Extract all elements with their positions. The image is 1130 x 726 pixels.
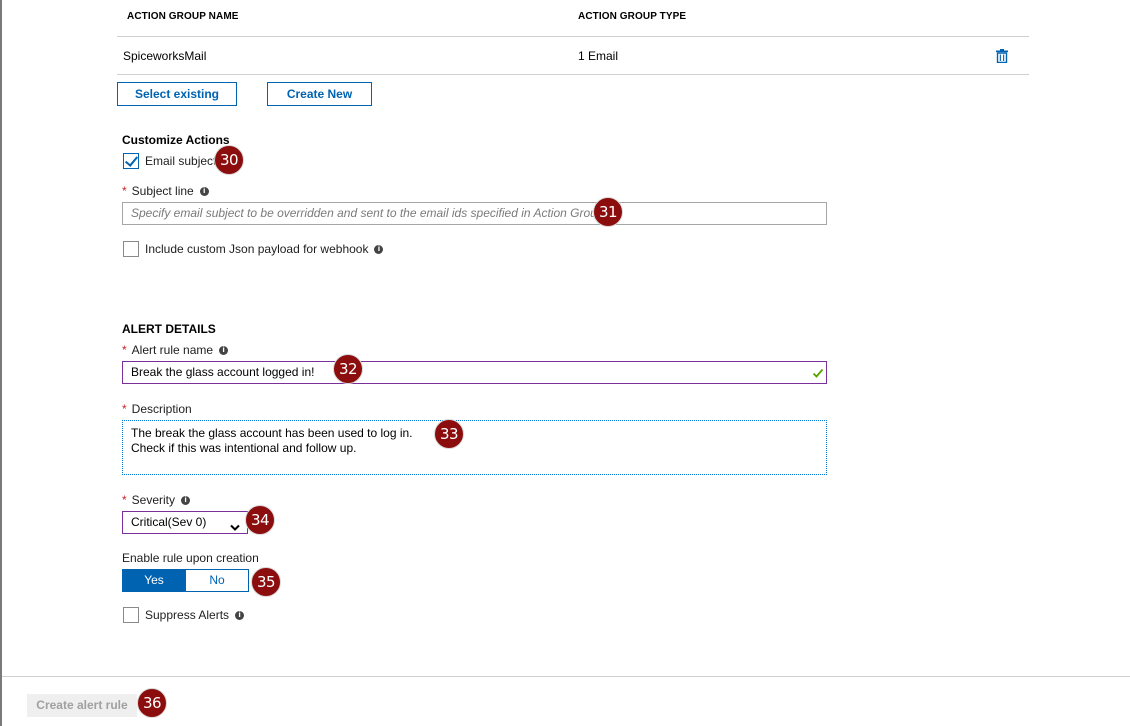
enable-rule-label: Enable rule upon creation [122, 551, 259, 565]
email-subject-label: Email subject [145, 154, 217, 168]
create-new-button[interactable]: Create New [267, 82, 372, 106]
action-group-type-cell: 1 Email [578, 49, 619, 63]
column-header-action-group-name: ACTION GROUP NAME [127, 11, 239, 22]
alert-rule-name-label: * Alert rule name i [122, 343, 229, 357]
table-row-divider [117, 74, 1029, 75]
subject-line-placeholder: Specify email subject to be overridden a… [131, 206, 604, 220]
info-icon[interactable]: i [181, 496, 191, 506]
description-textarea[interactable]: The break the glass account has been use… [122, 420, 827, 475]
valid-check-icon [812, 366, 824, 378]
info-icon[interactable]: i [235, 611, 245, 621]
json-payload-checkbox[interactable] [123, 241, 139, 257]
footer-divider [2, 676, 1130, 677]
alert-rule-name-input[interactable]: Break the glass account logged in! [122, 361, 827, 384]
chevron-down-icon [230, 518, 240, 531]
severity-value: Critical(Sev 0) [131, 515, 207, 529]
description-line-1: The break the glass account has been use… [131, 426, 413, 440]
required-asterisk: * [122, 402, 127, 416]
window-left-border [0, 0, 2, 726]
info-icon[interactable]: i [199, 187, 209, 197]
select-existing-button[interactable]: Select existing [117, 82, 237, 106]
callout-badge-33: 33 [434, 419, 464, 449]
callout-badge-36: 36 [137, 688, 167, 718]
severity-label: * Severity i [122, 493, 191, 507]
email-subject-checkbox[interactable] [123, 153, 139, 169]
callout-badge-32: 32 [333, 354, 363, 384]
callout-badge-30: 30 [214, 145, 244, 175]
checkmark-icon [124, 153, 139, 167]
enable-no-toggle[interactable]: No [185, 569, 249, 592]
subject-line-input[interactable]: Specify email subject to be overridden a… [122, 202, 827, 225]
required-asterisk: * [122, 184, 127, 198]
table-row: SpiceworksMail 1 Email [117, 37, 1029, 74]
callout-badge-31: 31 [593, 197, 623, 227]
info-icon[interactable]: i [219, 346, 229, 356]
suppress-alerts-label: Suppress Alerts i [145, 608, 245, 622]
alert-details-title: ALERT DETAILS [122, 322, 216, 336]
required-asterisk: * [122, 493, 127, 507]
create-alert-rule-button[interactable]: Create alert rule [27, 694, 137, 717]
suppress-alerts-checkbox[interactable] [123, 607, 139, 623]
enable-yes-toggle[interactable]: Yes [122, 569, 186, 592]
description-line-2: Check if this was intentional and follow… [131, 441, 357, 455]
callout-badge-34: 34 [245, 505, 275, 535]
column-header-action-group-type: ACTION GROUP TYPE [578, 11, 687, 22]
action-group-name-cell: SpiceworksMail [123, 49, 207, 63]
json-payload-label: Include custom Json payload for webhook i [145, 242, 384, 256]
alert-rule-name-value: Break the glass account logged in! [131, 365, 315, 379]
info-icon[interactable]: i [374, 245, 384, 255]
subject-line-label: * Subject line i [122, 184, 209, 198]
description-label: * Description [122, 402, 192, 416]
severity-select[interactable]: Critical(Sev 0) [122, 511, 248, 534]
required-asterisk: * [122, 343, 127, 357]
callout-badge-35: 35 [251, 567, 281, 597]
customize-actions-title: Customize Actions [122, 133, 230, 147]
delete-trash-icon[interactable] [996, 49, 1008, 64]
